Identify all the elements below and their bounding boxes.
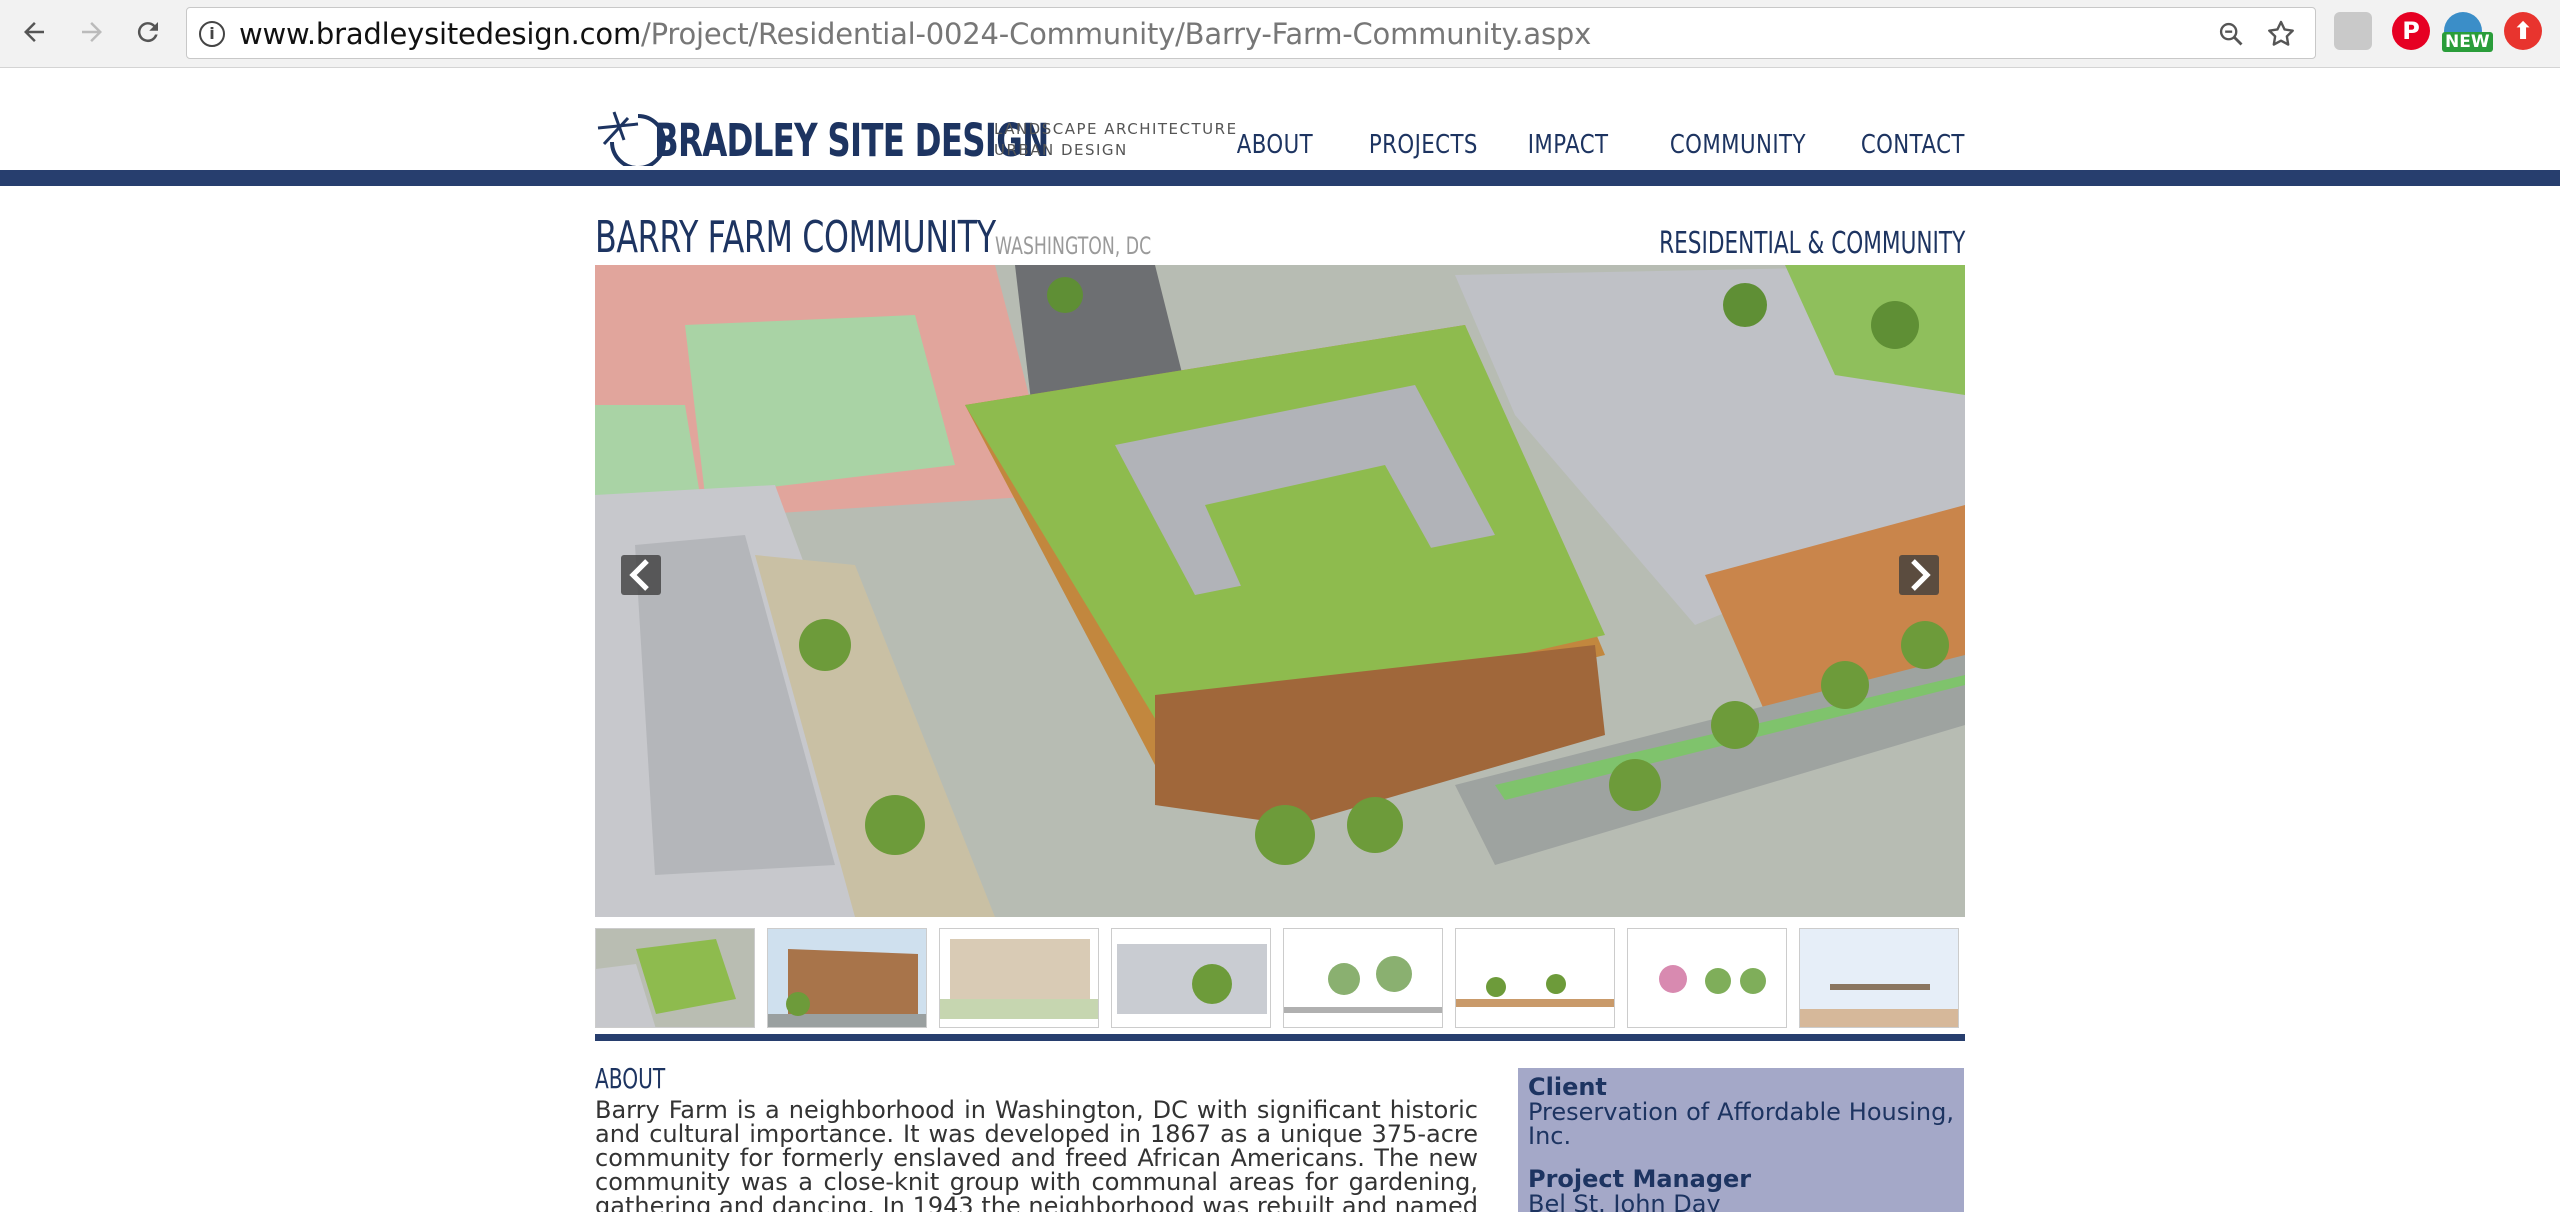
nav-contact[interactable]: CONTACT — [1861, 130, 1965, 160]
reload-icon — [137, 22, 158, 43]
thumbnail-image — [1456, 929, 1614, 1027]
project-location: WASHINGTON, DC — [995, 232, 1152, 260]
thumbnail-image — [1800, 929, 1958, 1027]
thumbnail-aerial[interactable] — [595, 928, 755, 1028]
about-heading: ABOUT — [595, 1062, 666, 1095]
url-text[interactable]: www.bradleysitedesign.com/Project/Reside… — [239, 17, 1591, 51]
chevron-right-icon — [1911, 559, 1931, 591]
thumbnail-street-view[interactable] — [767, 928, 927, 1028]
main-nav: ABOUT PROJECTS IMPACT COMMUNITY CONTACT — [1220, 130, 1965, 160]
next-slide-button[interactable] — [1899, 555, 1939, 595]
arrow-left-icon — [24, 22, 44, 42]
client-value: Preservation of Affordable Housing, Inc. — [1528, 1098, 1954, 1150]
nav-projects[interactable]: PROJECTS — [1369, 130, 1478, 160]
about-text: Barry Farm is a neighborhood in Washingt… — [595, 1096, 1478, 1212]
thumbnail-garden[interactable] — [1627, 928, 1787, 1028]
project-title: BARRY FARM COMMUNITY — [595, 212, 996, 263]
thumbnail-image — [596, 929, 754, 1027]
address-bar[interactable]: i www.bradleysitedesign.com/Project/Resi… — [186, 7, 2316, 59]
project-manager-value: Bel St. John Day — [1528, 1190, 1721, 1212]
upload-extension-icon[interactable]: ⬆ — [2504, 12, 2542, 50]
project-info-box: Client Preservation of Affordable Housin… — [1518, 1068, 1964, 1212]
new-badge: NEW — [2442, 32, 2493, 52]
forward-button[interactable] — [70, 10, 114, 54]
thumbnail-image — [1284, 929, 1442, 1027]
back-button[interactable] — [12, 10, 56, 54]
logo-tagline: URBAN DESIGN — [994, 141, 1128, 159]
project-manager-label: Project Manager — [1528, 1165, 1752, 1193]
site-header: BRADLEY SITE DESIGN LANDSCAPE ARCHITECTU… — [0, 68, 2560, 170]
logo-tagline: LANDSCAPE ARCHITECTURE — [994, 120, 1238, 138]
zoom-icon[interactable] — [2217, 20, 2245, 48]
thumbnail-divider-bar — [595, 1034, 1965, 1041]
url-host: www.bradleysitedesign.com — [239, 17, 642, 51]
thumbnail-image — [1112, 929, 1270, 1027]
chevron-left-icon — [629, 559, 649, 591]
thumbnail-image — [1628, 929, 1786, 1027]
nav-community[interactable]: COMMUNITY — [1670, 130, 1806, 160]
header-divider-bar — [0, 170, 2560, 186]
thumbnail-facade[interactable] — [1111, 928, 1271, 1028]
project-slideshow[interactable] — [595, 265, 1965, 917]
thumbnail-courtyard[interactable] — [1455, 928, 1615, 1028]
previous-slide-button[interactable] — [621, 555, 661, 595]
arrow-right-icon — [82, 22, 102, 42]
thumbnail-strip — [595, 928, 1965, 1028]
thumbnail-section[interactable] — [1283, 928, 1443, 1028]
pinterest-icon[interactable]: P — [2392, 12, 2430, 50]
bookmark-star-icon[interactable] — [2265, 18, 2297, 50]
url-path: /Project/Residential-0024-Community/Barr… — [641, 17, 1592, 51]
nav-about[interactable]: ABOUT — [1237, 130, 1313, 160]
thumbnail-pavilion[interactable] — [1799, 928, 1959, 1028]
logo-name[interactable]: BRADLEY SITE DESIGN — [654, 114, 1049, 167]
thumbnail-image — [940, 929, 1098, 1027]
extension-icon[interactable] — [2334, 12, 2372, 50]
info-icon[interactable]: i — [199, 21, 225, 47]
thumbnail-elevation[interactable] — [939, 928, 1099, 1028]
nav-impact[interactable]: IMPACT — [1528, 130, 1609, 160]
thumbnail-image — [768, 929, 926, 1027]
browser-toolbar: i www.bradleysitedesign.com/Project/Resi… — [0, 0, 2560, 68]
reload-button[interactable] — [126, 10, 170, 54]
client-label: Client — [1528, 1073, 1607, 1101]
project-category-link[interactable]: RESIDENTIAL & COMMUNITY — [1659, 226, 1965, 261]
aerial-rendering-image — [595, 265, 1965, 917]
